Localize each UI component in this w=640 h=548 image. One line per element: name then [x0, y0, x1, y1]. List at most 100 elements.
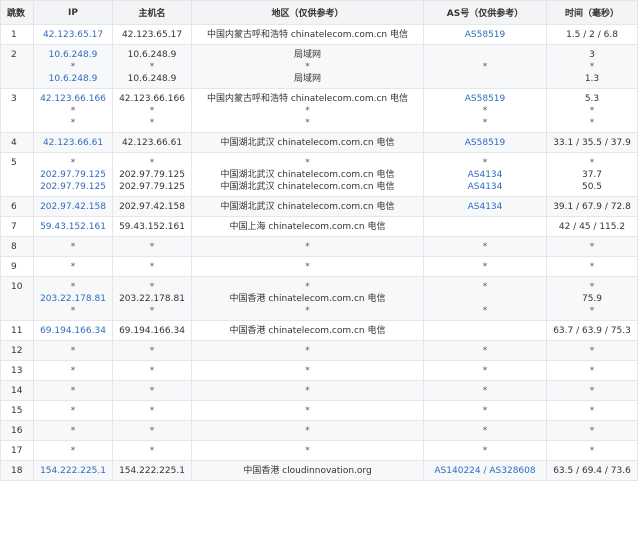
time-cell: 63.7 / 63.9 / 75.3: [546, 320, 638, 341]
as-value: *: [482, 306, 488, 316]
column-header-host: 主机名: [112, 0, 192, 25]
time-cell: *: [546, 440, 638, 461]
host-value: *: [149, 62, 155, 72]
region-value: *: [305, 118, 310, 128]
hop-cell: 14: [0, 380, 34, 401]
ip-cell: * 202.97.79.125 202.97.79.125: [33, 152, 113, 197]
hostname-cell: * 202.97.79.125 202.97.79.125: [112, 152, 192, 197]
ip-value[interactable]: 59.43.152.161: [34, 221, 112, 233]
as-cell: * *: [423, 276, 547, 321]
time-cell: * 75.9 *: [546, 276, 638, 321]
time-value: *: [589, 346, 595, 356]
ip-value: *: [70, 426, 76, 436]
hop-cell: 1: [0, 24, 34, 45]
ip-value[interactable]: 10.6.248.9: [34, 73, 112, 85]
ip-value: *: [70, 282, 76, 292]
ip-value[interactable]: 202.97.42.158: [34, 201, 112, 213]
time-value: 37.7: [581, 170, 603, 180]
time-value: 33.1 / 35.5 / 37.9: [553, 138, 631, 148]
hop-cell: 10: [0, 276, 34, 321]
ip-value: *: [70, 306, 76, 316]
as-value[interactable]: AS4134: [424, 169, 546, 181]
table-row: 13 * * * * *: [0, 360, 638, 381]
as-value[interactable]: AS58519: [424, 137, 546, 149]
hop-cell: 4: [0, 132, 34, 153]
ip-value: *: [70, 346, 76, 356]
host-value: *: [149, 118, 155, 128]
host-value: *: [149, 262, 155, 272]
time-value: *: [589, 282, 595, 292]
region-value: 中国内蒙古呼和浩特 chinatelecom.com.cn 电信: [206, 30, 408, 40]
host-value: 42.123.66.61: [121, 138, 183, 148]
hop-cell: 12: [0, 340, 34, 361]
time-value: *: [589, 306, 595, 316]
ip-value: *: [70, 158, 76, 168]
as-value: *: [482, 426, 488, 436]
hop-cell: 9: [0, 256, 34, 277]
time-value: 1.3: [584, 74, 600, 84]
table-row: 3 42.123.66.166 * * 42.123.66.166 * * 中国内蒙古呼和浩特…: [0, 88, 638, 133]
region-cell: *: [191, 236, 424, 257]
hostname-cell: 42.123.66.61: [112, 132, 192, 153]
region-value: *: [305, 158, 310, 168]
ip-cell: 42.123.66.166 * *: [33, 88, 113, 133]
region-value: 中国湖北武汉 chinatelecom.com.cn 电信: [220, 138, 395, 148]
ip-cell: *: [33, 340, 113, 361]
host-value: *: [149, 446, 155, 456]
time-value: 39.1 / 67.9 / 72.8: [553, 202, 631, 212]
ip-value[interactable]: 202.97.79.125: [34, 181, 112, 193]
column-header-time: 时间（毫秒）: [546, 0, 638, 25]
as-value[interactable]: AS4134: [424, 181, 546, 193]
as-value: [424, 49, 546, 61]
time-cell: *: [546, 360, 638, 381]
host-value: *: [149, 426, 155, 436]
hostname-cell: *: [112, 380, 192, 401]
time-cell: * 37.7 50.5: [546, 152, 638, 197]
as-value: *: [482, 346, 488, 356]
ip-cell: *: [33, 360, 113, 381]
time-value: 3: [589, 50, 595, 60]
ip-value[interactable]: 202.97.79.125: [34, 169, 112, 181]
as-cell: *: [423, 380, 547, 401]
as-value[interactable]: AS140224 / AS328608: [424, 465, 546, 477]
host-value: 202.97.79.125: [119, 182, 185, 192]
hostname-cell: *: [112, 420, 192, 441]
host-value: 202.97.42.158: [119, 202, 185, 212]
ip-value[interactable]: 154.222.225.1: [34, 465, 112, 477]
table-row: 2 10.6.248.9 * 10.6.248.9 10.6.248.9 * 10.6.24…: [0, 44, 638, 89]
host-value: 203.22.178.81: [119, 294, 185, 304]
as-value[interactable]: AS58519: [424, 29, 546, 41]
ip-value[interactable]: 42.123.65.17: [34, 29, 112, 41]
region-cell: *: [191, 420, 424, 441]
ip-value[interactable]: 203.22.178.81: [34, 293, 112, 305]
ip-value[interactable]: 69.194.166.34: [34, 325, 112, 337]
host-value: 69.194.166.34: [119, 326, 185, 336]
time-cell: *: [546, 400, 638, 421]
ip-value: *: [70, 386, 76, 396]
column-header-hop: 跳数: [0, 0, 34, 25]
ip-value[interactable]: 42.123.66.61: [34, 137, 112, 149]
region-cell: 中国香港 cloudinnovation.org: [191, 460, 424, 481]
as-value: *: [482, 118, 488, 128]
hop-cell: 3: [0, 88, 34, 133]
ip-value[interactable]: 10.6.248.9: [34, 49, 112, 61]
hostname-cell: 69.194.166.34: [112, 320, 192, 341]
region-value: 中国香港 chinatelecom.com.cn 电信: [229, 326, 386, 336]
region-cell: *: [191, 400, 424, 421]
region-cell: 中国内蒙古呼和浩特 chinatelecom.com.cn 电信: [191, 24, 424, 45]
region-value: *: [305, 426, 310, 436]
as-value[interactable]: AS4134: [424, 201, 546, 213]
as-cell: AS58519 * *: [423, 88, 547, 133]
ip-value[interactable]: 42.123.66.166: [34, 93, 112, 105]
time-value: 75.9: [581, 294, 603, 304]
host-value: 10.6.248.9: [127, 74, 177, 84]
host-value: *: [149, 106, 155, 116]
region-cell: *: [191, 256, 424, 277]
as-value[interactable]: AS58519: [424, 93, 546, 105]
region-value: *: [305, 306, 310, 316]
hostname-cell: 10.6.248.9 * 10.6.248.9: [112, 44, 192, 89]
host-value: *: [149, 406, 155, 416]
as-value: [424, 293, 546, 305]
as-value: *: [482, 106, 488, 116]
host-value: *: [149, 158, 155, 168]
